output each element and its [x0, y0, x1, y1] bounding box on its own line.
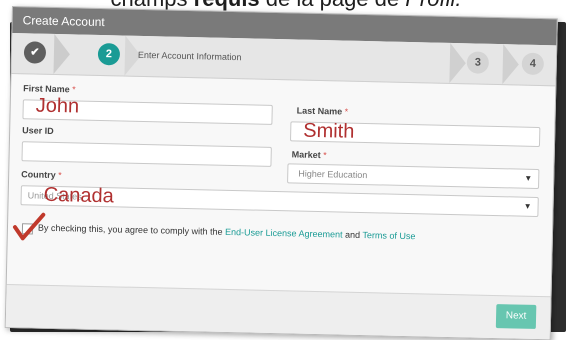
chevron-down-icon: ▼: [523, 201, 532, 211]
wizard-step-4[interactable]: 4: [521, 52, 545, 76]
first-name-label: First Name *: [23, 83, 76, 94]
agreement-text: By checking this, you agree to comply wi…: [38, 223, 416, 242]
market-selected-value: Higher Education: [298, 168, 368, 181]
chevron-down-icon: ▼: [524, 173, 533, 183]
market-label-text: Market: [291, 149, 321, 161]
user-id-input[interactable]: [21, 141, 272, 167]
required-asterisk: *: [323, 150, 327, 161]
agreement-text-before: By checking this, you agree to comply wi…: [37, 222, 226, 237]
last-name-label: Last Name *: [297, 105, 349, 116]
caption-text-2: de la page de: [260, 0, 406, 11]
wizard-step-2-label: Enter Account Information: [137, 49, 242, 63]
eula-link[interactable]: End-User License Agreement: [225, 227, 343, 240]
create-account-window: Create Account ✔ 2 Enter Account Informa…: [4, 6, 558, 340]
first-name-value: John: [35, 94, 80, 118]
wizard-step-1-check-icon[interactable]: ✔: [23, 41, 47, 64]
last-name-input[interactable]: Smith: [290, 119, 541, 148]
first-name-label-text: First Name: [23, 83, 70, 95]
agreement-text-and: and: [342, 229, 363, 241]
market-label: Market *: [292, 149, 327, 160]
wizard-arrow-divider: [449, 42, 467, 84]
terms-of-use-link[interactable]: Terms of Use: [362, 230, 415, 241]
caption-italic: Profil.: [405, 0, 461, 11]
wizard-step-3[interactable]: 3: [466, 51, 490, 74]
first-name-input[interactable]: John: [22, 95, 273, 125]
caption-bold: requis: [194, 0, 260, 11]
country-label-text: Country: [21, 169, 56, 181]
user-id-label: User ID: [22, 125, 54, 136]
last-name-label-text: Last Name: [296, 105, 343, 117]
wizard-arrow-divider: [502, 44, 520, 85]
wizard-arrow-divider: [53, 33, 71, 75]
required-asterisk: *: [58, 170, 62, 181]
next-button[interactable]: Next: [495, 304, 537, 329]
wizard-step-2[interactable]: 2: [97, 42, 121, 66]
country-select[interactable]: United States Canada ▼: [20, 183, 539, 217]
last-name-value: Smith: [302, 119, 355, 143]
market-select[interactable]: Higher Education ▼: [287, 163, 540, 190]
country-handwritten-value: Canada: [43, 183, 115, 208]
required-asterisk: *: [72, 84, 76, 95]
required-asterisk: *: [344, 106, 349, 117]
country-label: Country *: [21, 169, 62, 180]
